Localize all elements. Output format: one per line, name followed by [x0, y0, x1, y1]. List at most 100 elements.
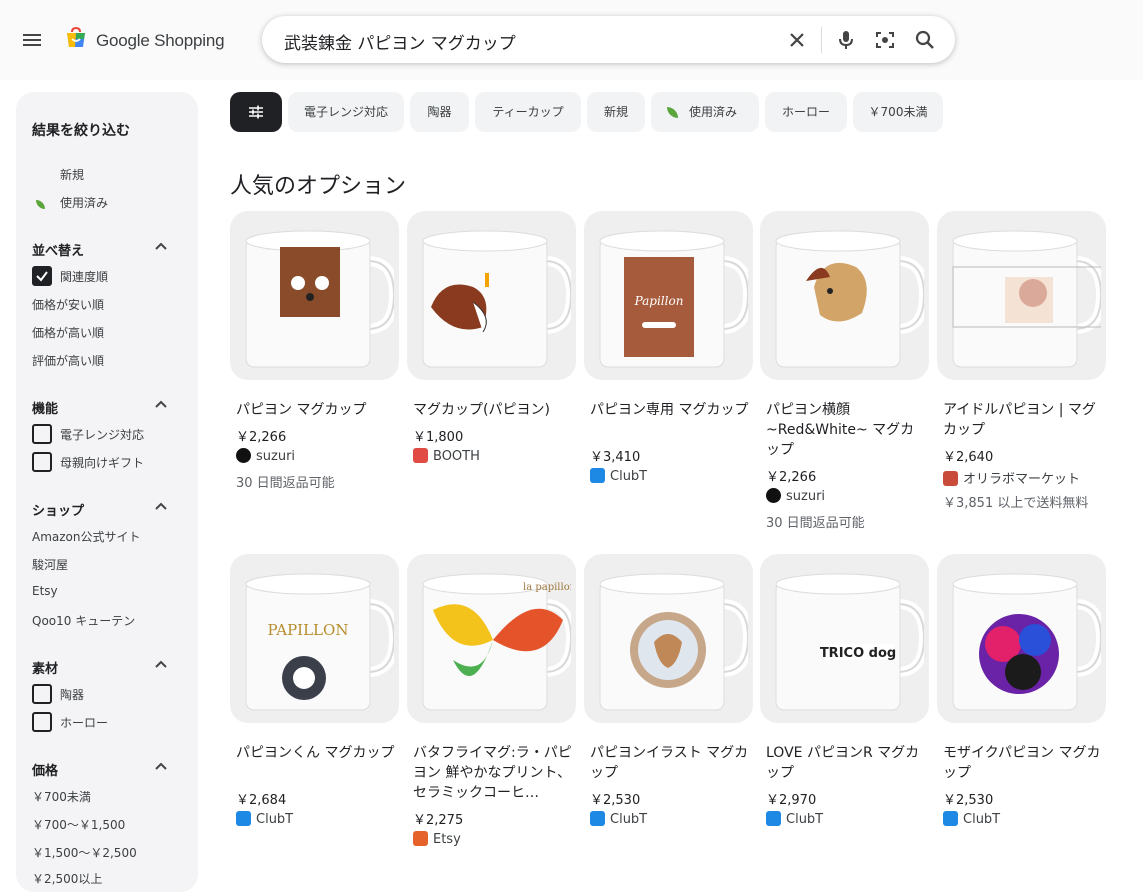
sort-rating[interactable]: 評価が高い順 [32, 352, 104, 369]
product-card[interactable]: パピヨン横顔 ~Red&White~ マグカップ ￥2,266 suzuri 3… [760, 211, 930, 531]
chip-ceramic[interactable]: 陶器 [410, 92, 469, 132]
price-over-2500[interactable]: ￥2,500以上 [32, 870, 102, 887]
product-card[interactable]: マグカップ(パピヨン) ￥1,800 BOOTH [407, 211, 577, 511]
chip-new[interactable]: 新規 [587, 92, 645, 132]
sort-price-low[interactable]: 価格が安い順 [32, 296, 104, 313]
chevron-up-icon[interactable] [154, 239, 168, 253]
product-price: ￥2,684 [236, 793, 287, 808]
chip-used[interactable]: 使用済み [651, 92, 759, 132]
chip-teacup[interactable]: ティーカップ [475, 92, 581, 132]
shop-amazon[interactable]: Amazon公式サイト [32, 528, 141, 545]
product-card[interactable]: la papillon バタフライマグ:ラ・パピヨン 鮮やかなプリント、セラミッ… [407, 554, 577, 854]
mic-icon[interactable] [834, 28, 858, 52]
shop-name: BOOTH [433, 449, 480, 464]
product-shop: suzuri [766, 488, 825, 506]
product-image[interactable] [407, 211, 576, 380]
product-note: ￥3,851 以上で送料無料 [943, 496, 1089, 511]
product-name[interactable]: マグカップ(パピヨン) [413, 400, 573, 420]
mug-illustration: PAPILLON [245, 573, 394, 711]
chip-enamel[interactable]: ホーロー [765, 92, 847, 132]
shop-icon [943, 471, 958, 486]
product-price: ￥2,266 [766, 470, 817, 485]
shop-qoo10[interactable]: Qoo10 キューテン [32, 612, 135, 629]
product-card[interactable]: モザイクパピヨン マグカップ ￥2,530 ClubT [937, 554, 1107, 854]
checkbox-icon[interactable] [32, 452, 52, 472]
shop-name: オリラボマーケット [963, 472, 1081, 487]
product-image[interactable]: la papillon [407, 554, 576, 723]
chevron-up-icon[interactable] [154, 759, 168, 773]
price-1500-2500[interactable]: ￥1,500～￥2,500 [32, 844, 137, 861]
feature-microwave[interactable]: 電子レンジ対応 [60, 426, 144, 443]
product-shop: ClubT [236, 811, 293, 829]
shop-name: suzuri [786, 489, 826, 504]
search-icon[interactable] [913, 28, 937, 52]
product-card[interactable]: パピヨンイラスト マグカップ ￥2,530 ClubT [584, 554, 754, 854]
svg-text:TRICO dog: TRICO dog [820, 646, 896, 661]
search-box[interactable]: 武装錬金 パピヨン マグカップ [262, 16, 955, 63]
product-image[interactable]: PAPILLON [230, 554, 399, 723]
product-card[interactable]: Papillon パピヨン専用 マグカップ ￥3,410 ClubT [584, 211, 754, 511]
product-name[interactable]: バタフライマグ:ラ・パピヨン 鮮やかなプリント、セラミックコーヒ… [413, 743, 573, 803]
product-image[interactable] [230, 211, 399, 380]
filter-new[interactable]: 新規 [60, 166, 84, 183]
product-name[interactable]: パピヨン専用 マグカップ [590, 400, 750, 440]
product-card[interactable]: TRICO dog LOVE パピヨンR マグカップ ￥2,970 ClubT [760, 554, 930, 854]
checkbox-icon[interactable] [32, 424, 52, 444]
shop-icon [236, 811, 251, 826]
price-heading: 価格 [32, 764, 59, 779]
product-name[interactable]: パピヨンくん マグカップ [236, 743, 396, 783]
product-card[interactable]: PAPILLON パピヨンくん マグカップ ￥2,684 ClubT [230, 554, 400, 854]
chevron-up-icon[interactable] [154, 499, 168, 513]
top-bar: Google Shopping 武装錬金 パピヨン マグカップ [0, 0, 1143, 80]
product-shop: ClubT [590, 811, 647, 829]
product-name[interactable]: パピヨンイラスト マグカップ [590, 743, 750, 783]
lens-icon[interactable] [873, 28, 897, 52]
product-price: ￥2,275 [413, 813, 464, 828]
product-price: ￥1,800 [413, 430, 464, 445]
material-enamel[interactable]: ホーロー [60, 714, 108, 731]
product-name[interactable]: パピヨン マグカップ [236, 400, 396, 420]
product-name[interactable]: モザイクパピヨン マグカップ [943, 743, 1103, 783]
shop-icon [413, 831, 428, 846]
product-name[interactable]: アイドルパピヨン | マグカップ [943, 400, 1103, 440]
shop-surugaya[interactable]: 駿河屋 [32, 556, 68, 573]
product-image[interactable] [584, 554, 753, 723]
menu-icon[interactable] [20, 28, 44, 52]
checkbox-icon[interactable] [32, 266, 52, 286]
product-shop: ClubT [590, 468, 647, 486]
search-input[interactable]: 武装錬金 パピヨン マグカップ [284, 29, 516, 54]
features-heading: 機能 [32, 402, 59, 417]
product-image[interactable]: Papillon [584, 211, 753, 380]
product-image[interactable] [760, 211, 929, 380]
chevron-up-icon[interactable] [154, 657, 168, 671]
product-image[interactable]: TRICO dog [760, 554, 929, 723]
shop-name: ClubT [963, 812, 1001, 827]
google-shopping-logo[interactable]: Google Shopping [64, 24, 225, 56]
chip-microwave[interactable]: 電子レンジ対応 [288, 92, 404, 132]
filter-icon[interactable] [230, 92, 282, 132]
checkbox-icon[interactable] [32, 712, 52, 732]
shop-etsy[interactable]: Etsy [32, 584, 58, 598]
mug-illustration [599, 573, 748, 711]
product-shop: ClubT [766, 811, 823, 829]
price-under-700[interactable]: ￥700未満 [32, 788, 91, 805]
product-shop: BOOTH [413, 448, 480, 466]
product-image[interactable] [937, 211, 1106, 380]
clear-icon[interactable] [785, 28, 809, 52]
sort-price-high[interactable]: 価格が高い順 [32, 324, 104, 341]
material-ceramic[interactable]: 陶器 [60, 686, 84, 703]
chip-under-700[interactable]: ￥700未満 [853, 92, 943, 132]
product-card[interactable]: パピヨン マグカップ ￥2,266 suzuri 30 日間返品可能 [230, 211, 400, 511]
shops-heading: ショップ [32, 504, 85, 519]
product-name[interactable]: パピヨン横顔 ~Red&White~ マグカップ [766, 400, 926, 460]
sort-relevance[interactable]: 関連度順 [60, 268, 108, 285]
filter-used[interactable]: 使用済み [60, 194, 108, 211]
checkbox-icon[interactable] [32, 684, 52, 704]
product-image[interactable] [937, 554, 1106, 723]
product-card[interactable]: アイドルパピヨン | マグカップ ￥2,640 オリラボマーケット ￥3,851… [937, 211, 1107, 511]
feature-mothers-gift[interactable]: 母親向けギフト [60, 454, 144, 471]
shop-name: ClubT [786, 812, 824, 827]
chevron-up-icon[interactable] [154, 397, 168, 411]
product-name[interactable]: LOVE パピヨンR マグカップ [766, 743, 926, 783]
price-700-1500[interactable]: ￥700～￥1,500 [32, 816, 125, 833]
